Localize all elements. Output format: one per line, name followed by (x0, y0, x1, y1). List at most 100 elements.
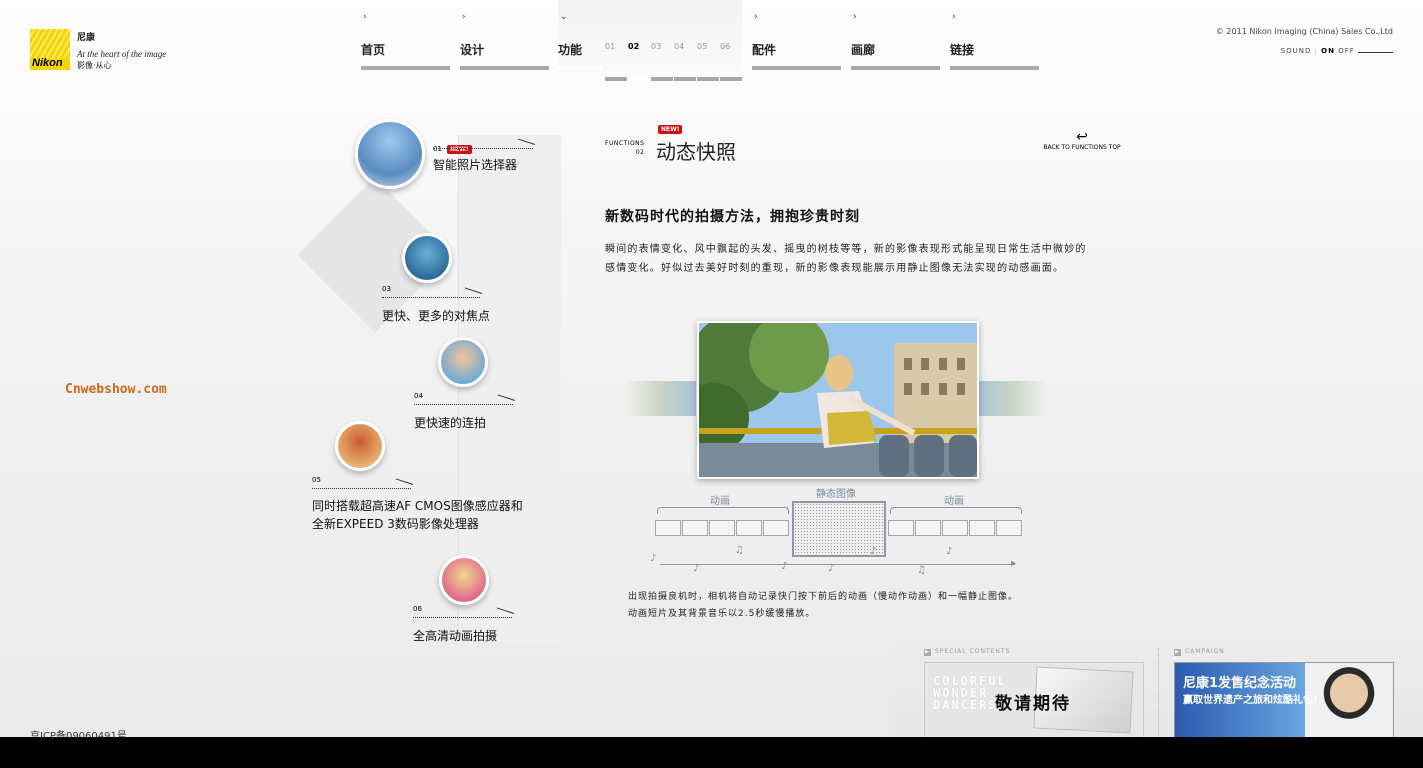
function-num: 06 (413, 605, 422, 613)
timeline-arrow-icon: ▸ (1011, 558, 1017, 569)
subnav-bar (674, 77, 696, 81)
main-photo (697, 321, 979, 479)
function-item-01[interactable]: 01 NEW! (433, 136, 472, 155)
function-num: 03 (382, 285, 391, 293)
section-paragraph: 瞬间的表情变化、风中飘起的头发、摇曳的树枝等等，新的影像表现形式能呈现日常生活中… (605, 244, 1087, 274)
function-thumb-03[interactable] (402, 233, 452, 283)
function-line (312, 488, 411, 489)
caption-line-1: 出现拍摄良机时，相机将自动记录快门按下前后的动画（慢动作动画）和一幅静止图像。 (628, 592, 1019, 602)
subnav-06[interactable]: 06 (720, 42, 743, 51)
chevron-right-icon: › (462, 12, 466, 22)
nav-bar (950, 66, 1039, 70)
music-note-icon: ♪ (828, 563, 835, 574)
diagram-right-label: 动画 (944, 496, 964, 507)
music-note-icon: ♪ (693, 563, 700, 574)
page-title: 动态快照 (656, 140, 736, 164)
bottom-bar (0, 737, 1423, 768)
nav-accessories[interactable]: › 配件 (752, 12, 841, 72)
nav-bar (460, 66, 549, 70)
function-thumb-06[interactable] (439, 555, 489, 605)
music-note-icon: ♫ (735, 545, 744, 556)
photo-strip-left (626, 381, 696, 416)
nikon-logo[interactable]: Nikon (30, 29, 70, 70)
photo-illustration (699, 323, 977, 477)
campaign-subtitle: 赢取世界遗产之旅和炫酷礼包！ (1183, 695, 1323, 706)
music-note-icon: ♫ (917, 565, 926, 576)
function-line (414, 404, 513, 405)
function-label-05[interactable]: 同时搭载超高速AF CMOS图像感应器和 (312, 497, 523, 514)
campaign-label: CAMPAIGN (1174, 648, 1225, 656)
chevron-right-icon: › (853, 12, 857, 22)
chevron-down-icon: ⌄ (560, 12, 568, 22)
copyright: © 2011 Nikon Imaging (China) Sales Co.,L… (1215, 27, 1393, 36)
function-thumb-01[interactable] (355, 119, 425, 189)
function-line (433, 148, 533, 149)
nav-links[interactable]: › 链接 (950, 12, 1039, 72)
music-note-icon: ♪ (650, 553, 657, 564)
nav-functions[interactable]: ⌄ 功能 (558, 0, 742, 72)
logo-tagline: At the heart of the image (77, 49, 167, 59)
subnav-numbers: 01 02 03 04 05 06 (605, 42, 743, 51)
subnav-bar (720, 77, 742, 81)
caption-line-2: 动画短片及其背景音乐以2.5秒缓慢播放。 (628, 609, 816, 619)
section-num: 02 (635, 149, 645, 156)
sound-underline (1358, 52, 1393, 53)
back-to-top-button[interactable]: ↩ BACK TO FUNCTIONS TOP (1037, 130, 1127, 151)
new-badge: NEW! (658, 125, 683, 134)
subnav-bar (651, 77, 673, 81)
special-contents-banner[interactable]: COLORFUL WONDER DANCERS 敬请期待 (924, 662, 1144, 739)
diagram-center-label: 静态图像 (816, 489, 856, 500)
back-label: BACK TO FUNCTIONS TOP (1043, 144, 1121, 151)
function-num: 04 (414, 392, 423, 400)
subnav-bar (697, 77, 719, 81)
function-label-03[interactable]: 更快、更多的对焦点 (382, 307, 490, 324)
subnav-04[interactable]: 04 (674, 42, 697, 51)
function-label-05b[interactable]: 全新EXPEED 3数码影像处理器 (312, 515, 479, 532)
function-line (413, 617, 512, 618)
logo-cn: 尼康 (77, 33, 96, 43)
banner-colorful-text: COLORFUL WONDER DANCERS (933, 674, 1007, 712)
section-heading: 新数码时代的拍摄方法，拥抱珍贵时刻 (605, 209, 860, 225)
nav-design[interactable]: › 设计 (460, 12, 549, 72)
banner-separator (1158, 648, 1159, 736)
watermark: Cnwebshow.com (65, 382, 167, 397)
campaign-banner[interactable]: 尼康1发售纪念活动 赢取世界遗产之旅和炫酷礼包！ (1174, 662, 1394, 739)
function-thumb-05[interactable] (335, 421, 385, 471)
nav-label: 配件 (752, 43, 777, 57)
section-label: FUNCTIONS 02 (605, 139, 644, 157)
function-label-06[interactable]: 全高清动画拍摄 (413, 627, 497, 644)
logo-wordmark: Nikon (32, 57, 63, 69)
section-label-text: FUNCTIONS (605, 140, 645, 147)
subnav-01[interactable]: 01 (605, 42, 628, 51)
nav-home[interactable]: › 首页 (361, 12, 450, 72)
nav-label: 链接 (950, 43, 975, 57)
chevron-right-icon: › (952, 12, 956, 22)
return-arrow-icon: ↩ (1076, 129, 1088, 145)
sound-off[interactable]: OFF (1338, 47, 1355, 55)
nav-bar (558, 66, 602, 70)
campaign-title: 尼康1发售纪念活动 (1183, 676, 1297, 691)
subnav-05[interactable]: 05 (697, 42, 720, 51)
diagram-caption: 出现拍摄良机时，相机将自动记录快门按下前后的动画（慢动作动画）和一幅静止图像。 … (628, 589, 1018, 623)
frames-right (888, 520, 1023, 540)
timeline (660, 564, 1015, 565)
new-badge: NEW! (447, 145, 472, 154)
function-thumb-04[interactable] (438, 337, 488, 387)
diagram-brace-right (890, 507, 1022, 514)
sound-on[interactable]: ON (1321, 47, 1335, 55)
diagram-left-label: 动画 (710, 496, 730, 507)
nav-bar (361, 66, 450, 70)
music-note-icon: ♪ (946, 546, 953, 557)
music-note-icon: ♪ (870, 546, 877, 557)
subnav-03[interactable]: 03 (651, 42, 674, 51)
function-label-01[interactable]: 智能照片选择器 (433, 156, 517, 173)
frames-left (655, 520, 790, 540)
diagram-brace-left (657, 507, 789, 514)
function-label-04[interactable]: 更快速的连拍 (414, 414, 486, 431)
subnav-02[interactable]: 02 (628, 42, 651, 51)
chevron-right-icon: › (363, 12, 367, 22)
function-line (382, 297, 480, 298)
subnav-bars (605, 66, 743, 81)
nav-gallery[interactable]: › 画廊 (851, 12, 940, 72)
nav-label: 功能 (558, 43, 583, 57)
